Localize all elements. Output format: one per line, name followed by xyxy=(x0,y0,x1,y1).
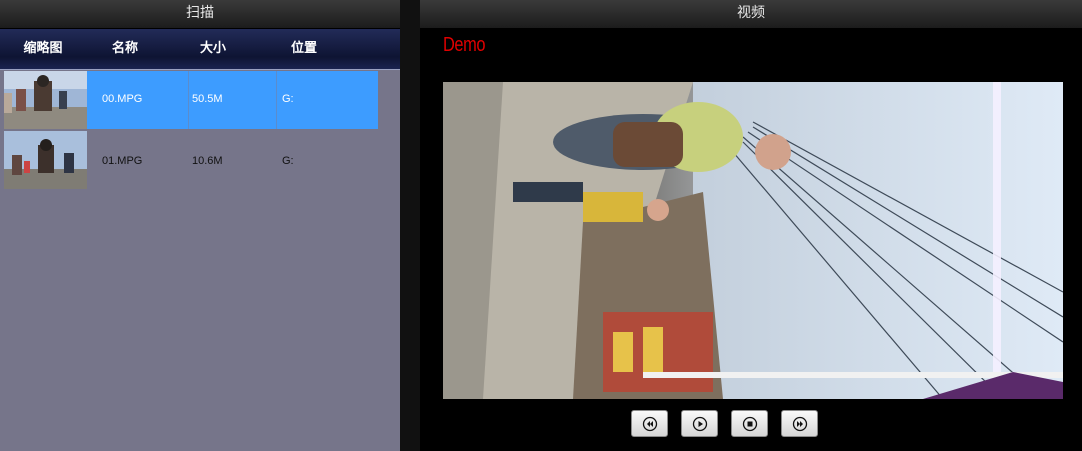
file-name: 01.MPG xyxy=(102,155,143,167)
rewind-icon xyxy=(642,416,658,432)
fast-forward-icon xyxy=(792,416,808,432)
fast-forward-button[interactable] xyxy=(781,410,818,437)
play-button[interactable] xyxy=(681,410,718,437)
video-panel-title: 视频 xyxy=(420,0,1082,29)
scan-panel-title: 扫描 xyxy=(0,0,400,29)
file-row[interactable]: 01.MPG 10.6M G: xyxy=(0,131,400,191)
video-thumbnail xyxy=(4,131,87,189)
stop-button[interactable] xyxy=(731,410,768,437)
video-thumbnail xyxy=(4,71,87,129)
file-size: 50.5M xyxy=(192,93,223,105)
column-header-thumbnail[interactable]: 缩略图 xyxy=(18,29,68,69)
file-size: 10.6M xyxy=(192,155,223,167)
file-location: G: xyxy=(282,93,294,105)
file-name: 00.MPG xyxy=(102,93,143,105)
file-location: G: xyxy=(282,155,294,167)
file-list-header: 缩略图 名称 大小 位置 xyxy=(0,29,400,70)
panel-divider xyxy=(400,0,420,451)
column-header-name[interactable]: 名称 xyxy=(100,29,150,69)
stop-icon xyxy=(742,416,758,432)
rewind-button[interactable] xyxy=(631,410,668,437)
demo-watermark: Demo xyxy=(443,34,486,56)
column-header-location[interactable]: 位置 xyxy=(279,29,329,69)
file-row[interactable]: 00.MPG 50.5M G: xyxy=(0,69,400,129)
video-player-frame[interactable] xyxy=(443,82,1063,399)
column-header-size[interactable]: 大小 xyxy=(188,29,238,69)
play-icon xyxy=(692,416,708,432)
